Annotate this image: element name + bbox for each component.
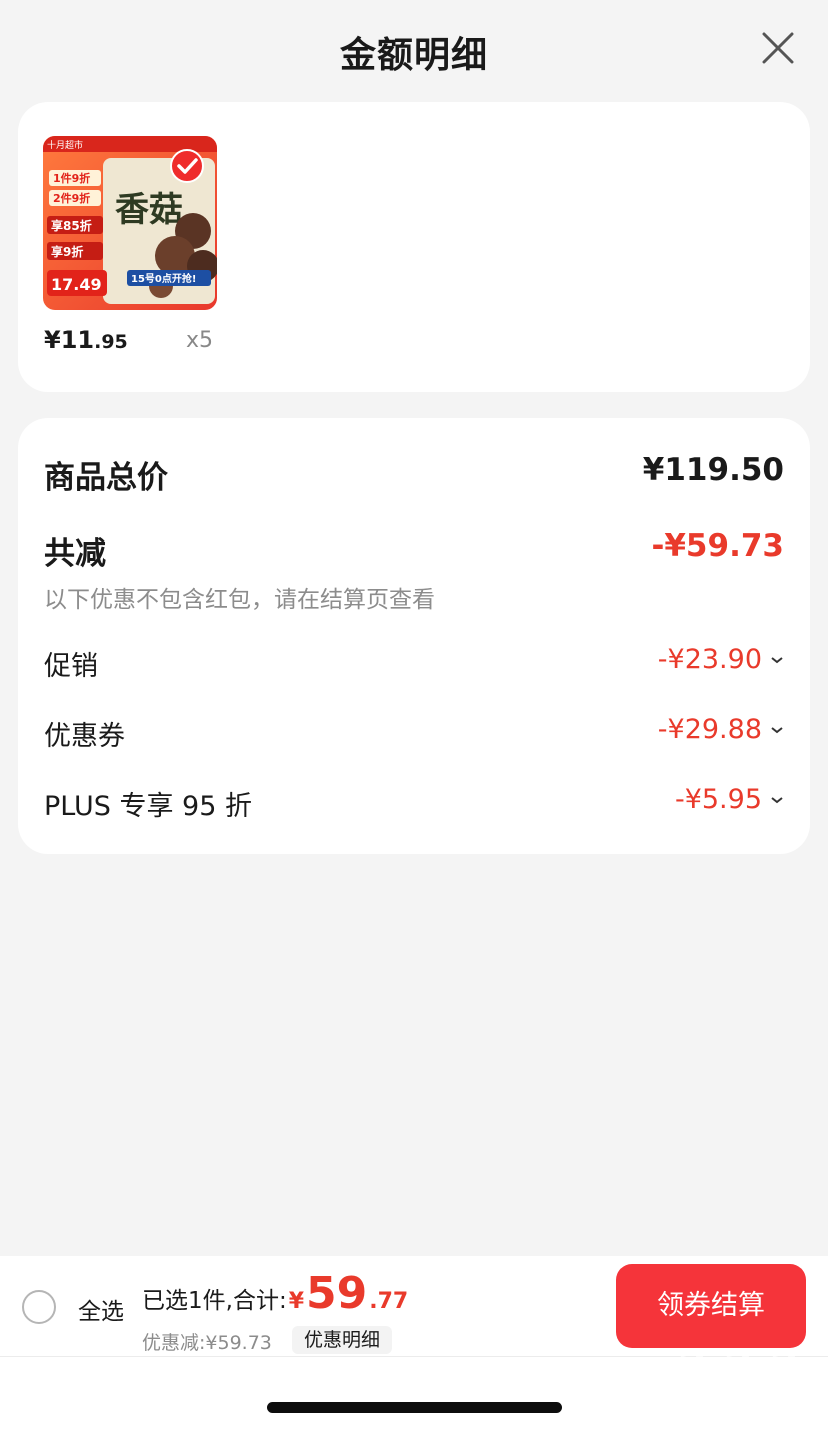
discount-row-coupon[interactable]: 优惠券 -¥29.88 (44, 714, 784, 754)
thumb-name-text: 香菇 (115, 190, 183, 230)
discount-row-promotion[interactable]: 促销 -¥23.90 (44, 644, 784, 684)
product-card: 十月超市 香菇 1件9折 2件9折 享85折 享9折 17.49 15号0点开抢… (18, 102, 810, 392)
page-title: 金额明细 (339, 35, 488, 76)
thumb-deal4: 享9折 (51, 244, 83, 259)
total-price-label: 商品总价 (44, 460, 168, 496)
discount-label: 优惠券 (44, 721, 125, 752)
product-price: ¥11.95 (44, 326, 128, 354)
watermark-url: zhizhizhi.com (674, 1403, 782, 1422)
reduction-value: -¥59.73 (651, 528, 785, 564)
discount-label: 促销 (44, 651, 98, 682)
total-line: 已选1件,合计: ¥ 59 .77 (142, 1268, 408, 1319)
product-thumbnail[interactable]: 十月超市 香菇 1件9折 2件9折 享85折 享9折 17.49 15号0点开抢… (43, 136, 217, 310)
close-icon[interactable] (758, 28, 798, 68)
total-price-value: ¥119.50 (642, 452, 784, 488)
discount-value: -¥23.90 (657, 644, 762, 675)
total-amount-dec: .77 (369, 1289, 409, 1314)
total-currency: ¥ (288, 1289, 305, 1314)
chevron-down-icon[interactable] (770, 655, 784, 665)
reduction-row: 共减 -¥59.73 (44, 528, 784, 572)
thumb-price: 17.49 (51, 275, 102, 294)
discount-detail-button[interactable]: 优惠明细 (292, 1326, 393, 1354)
watermark-logo: 值值值 zhizhizhi.com (670, 1352, 809, 1422)
reduction-note: 以下优惠不包含红包，请在结算页查看 (44, 587, 435, 613)
thumb-deal2: 2件9折 (53, 191, 90, 205)
total-price-row: 商品总价 ¥119.50 (44, 452, 784, 496)
total-amount-int: 59 (306, 1268, 368, 1319)
discount-summary: 优惠减:¥59.73 (142, 1332, 272, 1354)
selected-count-text: 已选1件,合计: (142, 1288, 287, 1314)
discount-label: PLUS 专享 95 折 (44, 791, 252, 822)
select-all-label[interactable]: 全选 (78, 1292, 124, 1326)
thumb-promo: 15号0点开抢! (131, 272, 196, 285)
discount-value: -¥5.95 (674, 784, 762, 815)
product-price-int: ¥11 (44, 326, 95, 354)
home-indicator (267, 1402, 562, 1413)
product-quantity: x5 (186, 328, 214, 353)
select-all-checkbox[interactable] (22, 1290, 56, 1324)
reduction-label: 共减 (44, 536, 106, 572)
sheet-header: 金额明细 (0, 0, 828, 100)
checkout-button[interactable]: 领券结算 (616, 1264, 806, 1348)
thumb-deal1: 1件9折 (53, 171, 90, 185)
watermark-text: 值值值 (670, 1353, 808, 1407)
chevron-down-icon[interactable] (770, 725, 784, 735)
discount-row-plus[interactable]: PLUS 专享 95 折 -¥5.95 (44, 784, 784, 824)
discount-value: -¥29.88 (657, 714, 762, 745)
thumb-deal3: 享85折 (51, 218, 92, 233)
thumb-banner-text: 十月超市 (47, 139, 83, 151)
summary-card: 商品总价 ¥119.50 共减 -¥59.73 以下优惠不包含红包，请在结算页查… (18, 418, 810, 854)
chevron-down-icon[interactable] (770, 795, 784, 805)
product-price-dec: .95 (94, 331, 128, 353)
